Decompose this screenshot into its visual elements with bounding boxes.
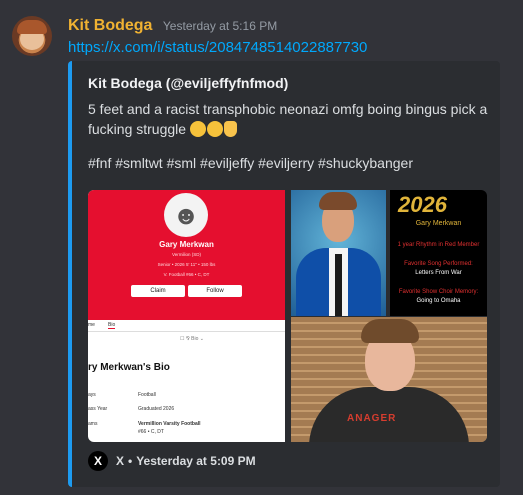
graphic-line: Favorite Song Performed: (404, 261, 473, 267)
bio-row-value: Football (138, 392, 156, 398)
profile-card-image[interactable]: ☻ Gary Merkwan Vermilion (SD) Senior • 2… (88, 190, 285, 442)
message-header: Kit Bodega Yesterday at 5:16 PM (68, 17, 277, 35)
graphic-line: Favorite Show Choir Memory: (398, 289, 479, 295)
tab-home: me (88, 322, 95, 328)
footer-time: Yesterday at 5:09 PM (136, 454, 256, 468)
tweet-link[interactable]: https://x.com/i/status/20847485140228877… (68, 39, 367, 56)
brick-wall-photo[interactable]: ANAGER (291, 317, 487, 442)
embed-image-grid: ☻ Gary Merkwan Vermilion (SD) Senior • 2… (88, 190, 487, 442)
embed-description-text: fucking struggle (88, 121, 187, 137)
embed-author[interactable]: Kit Bodega (@eviljeffyfnfmod) (88, 75, 288, 91)
tie-shape (335, 254, 342, 316)
show-choir-graphic[interactable]: 2026 Gary Merkwan 1 year Rhythm in Red M… (390, 190, 487, 316)
bio-row-value: #66 • C, DT (138, 429, 164, 435)
user-avatar[interactable] (12, 16, 52, 56)
loudly-crying-face-icon (206, 121, 223, 137)
tab-bio: Bio (108, 322, 116, 329)
graphic-year: 2026 (398, 192, 447, 217)
graphic-line: 1 year Rhythm in Red Member (397, 242, 480, 248)
embed-hashtags[interactable]: #fnf #smltwt #sml #eviljeffy #eviljerry … (88, 155, 413, 171)
embed-description-line: 5 feet and a racist transphobic neonazi … (88, 101, 488, 117)
claim-button: Claim (131, 285, 185, 297)
username[interactable]: Kit Bodega (68, 17, 152, 34)
embed-description-line: fucking struggle (88, 119, 488, 139)
profile-school: Vermilion (SD) (171, 252, 201, 257)
graphic-line: Going to Omaha (416, 298, 461, 304)
footer-source: X (116, 454, 125, 468)
profile-name: Gary Merkwan (159, 240, 214, 249)
bio-title: ry Merkwan's Bio (88, 362, 170, 373)
embed-description: 5 feet and a racist transphobic neonazi … (88, 99, 488, 139)
bio-row-value: Graduated 2026 (138, 406, 175, 412)
person-icon: ☻ (164, 193, 208, 237)
loudly-crying-face-icon (189, 121, 206, 137)
tshirt-print: ANAGER (347, 413, 397, 424)
bio-row-label: ass Year (88, 406, 108, 412)
link-embed: Kit Bodega (@eviljeffyfnfmod) 5 feet and… (68, 61, 500, 487)
profile-stats: Senior • 2026 5' 11" • 150 lbs (157, 262, 216, 267)
profile-tabs: me Bio (88, 320, 285, 332)
x-logo-icon: X (88, 451, 108, 471)
footer-separator: • (128, 454, 133, 468)
follow-button: Follow (188, 285, 242, 297)
graphic-name: Gary Merkwan (415, 220, 462, 227)
portrait-photo[interactable] (291, 190, 386, 316)
bio-filter: ☐ ⅋ Bio ⌄ (180, 336, 204, 342)
bio-row-value: Vermillion Varsity Football (138, 421, 201, 427)
graphic-line: Letters From War (415, 270, 462, 276)
bio-row-label: ays (88, 392, 96, 398)
message-timestamp: Yesterday at 5:16 PM (162, 19, 278, 33)
victory-hand-icon (223, 121, 237, 137)
bio-row-label: ams (88, 421, 98, 427)
embed-footer: X X • Yesterday at 5:09 PM (88, 451, 256, 471)
hair-shape (361, 319, 419, 343)
hair-shape (319, 192, 357, 210)
profile-position: V. Football #66 • C, DT (163, 272, 210, 277)
